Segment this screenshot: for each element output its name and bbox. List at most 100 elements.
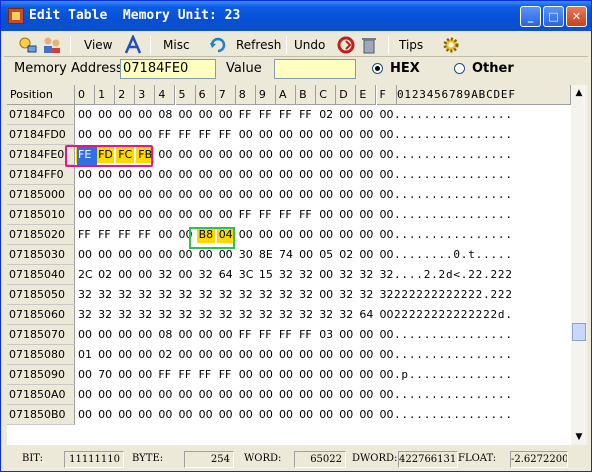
byte-cell[interactable]: 32 bbox=[137, 285, 157, 305]
byte-cell[interactable]: 00 bbox=[77, 385, 97, 405]
byte-cell[interactable]: 00 bbox=[278, 405, 298, 425]
settings-gear-icon[interactable] bbox=[441, 35, 461, 55]
byte-cell[interactable]: 00 bbox=[278, 345, 298, 365]
tips-button[interactable]: Tips bbox=[399, 35, 423, 55]
byte-cell[interactable]: 00 bbox=[358, 125, 378, 145]
byte-cell[interactable]: 01 bbox=[77, 345, 97, 365]
byte-cell[interactable]: 00 bbox=[77, 325, 97, 345]
row-address[interactable]: 07185050 bbox=[7, 285, 75, 305]
byte-cell[interactable]: 02 bbox=[338, 245, 358, 265]
minimize-button[interactable]: _ bbox=[520, 6, 541, 27]
byte-cell[interactable]: 32 bbox=[198, 265, 218, 285]
byte-cell[interactable]: FF bbox=[198, 125, 218, 145]
byte-cell[interactable]: 00 bbox=[318, 185, 338, 205]
byte-cell[interactable]: 32 bbox=[218, 305, 238, 325]
row-address[interactable]: 07184FC0 bbox=[7, 105, 75, 125]
byte-cell[interactable]: 02 bbox=[318, 105, 338, 125]
byte-cell[interactable]: 32 bbox=[298, 285, 318, 305]
view-button[interactable]: View bbox=[84, 35, 112, 55]
byte-cell[interactable]: 00 bbox=[238, 225, 258, 245]
byte-cell[interactable]: 00 bbox=[358, 165, 378, 185]
byte-cell[interactable]: 00 bbox=[97, 105, 117, 125]
byte-cell[interactable]: 08 bbox=[157, 105, 177, 125]
byte-cell[interactable]: 32 bbox=[198, 285, 218, 305]
byte-cell[interactable]: 00 bbox=[278, 145, 298, 165]
byte-cell[interactable]: 00 bbox=[258, 225, 278, 245]
byte-cell[interactable]: 00 bbox=[178, 185, 198, 205]
byte-cell[interactable]: 00 bbox=[77, 125, 97, 145]
byte-cell[interactable]: 00 bbox=[238, 405, 258, 425]
byte-cell[interactable]: 2C bbox=[77, 265, 97, 285]
font-a-icon[interactable] bbox=[123, 35, 143, 55]
byte-cell[interactable]: 00 bbox=[298, 405, 318, 425]
byte-cell[interactable]: FF bbox=[198, 365, 218, 385]
byte-cell[interactable]: 00 bbox=[137, 325, 157, 345]
byte-cell[interactable]: 00 bbox=[358, 185, 378, 205]
row-address[interactable]: 07185030 bbox=[7, 245, 75, 265]
byte-cell[interactable]: FF bbox=[278, 205, 298, 225]
byte-cell[interactable]: 32 bbox=[338, 305, 358, 325]
refresh-button[interactable]: Refresh bbox=[236, 35, 281, 55]
byte-cell[interactable]: 00 bbox=[218, 185, 238, 205]
byte-cell[interactable]: 00 bbox=[318, 285, 338, 305]
byte-cell[interactable]: 32 bbox=[338, 265, 358, 285]
byte-cell[interactable]: 00 bbox=[358, 385, 378, 405]
byte-cell[interactable]: 00 bbox=[198, 185, 218, 205]
byte-cell[interactable]: 00 bbox=[198, 205, 218, 225]
byte-cell[interactable]: 00 bbox=[198, 105, 218, 125]
byte-cell[interactable]: 08 bbox=[157, 325, 177, 345]
byte-cell[interactable]: 00 bbox=[238, 185, 258, 205]
byte-cell[interactable]: 32 bbox=[97, 285, 117, 305]
byte-cell[interactable]: FF bbox=[238, 105, 258, 125]
byte-cell[interactable]: 00 bbox=[358, 205, 378, 225]
byte-cell[interactable]: 32 bbox=[137, 305, 157, 325]
maximize-button[interactable]: □ bbox=[543, 6, 564, 27]
byte-cell[interactable]: 00 bbox=[278, 185, 298, 205]
byte-cell[interactable]: FF bbox=[157, 365, 177, 385]
byte-cell[interactable]: 00 bbox=[137, 125, 157, 145]
row-address[interactable]: 071850A0 bbox=[7, 385, 75, 405]
byte-cell[interactable]: FF bbox=[298, 325, 318, 345]
byte-cell[interactable]: FF bbox=[117, 225, 137, 245]
byte-cell[interactable]: 32 bbox=[218, 285, 238, 305]
byte-cell[interactable]: 02 bbox=[157, 345, 177, 365]
other-radio[interactable] bbox=[454, 63, 465, 74]
byte-cell[interactable]: 00 bbox=[157, 185, 177, 205]
byte-cell[interactable]: 00 bbox=[298, 385, 318, 405]
byte-cell[interactable]: 32 bbox=[77, 285, 97, 305]
byte-cell[interactable]: FF bbox=[97, 225, 117, 245]
byte-cell[interactable]: 8E bbox=[258, 245, 278, 265]
byte-cell[interactable]: 00 bbox=[258, 385, 278, 405]
byte-cell[interactable]: 00 bbox=[358, 325, 378, 345]
byte-cell[interactable]: 00 bbox=[178, 145, 198, 165]
row-address[interactable]: 07185020 bbox=[7, 225, 75, 245]
byte-cell[interactable]: 32 bbox=[318, 305, 338, 325]
byte-cell[interactable]: 00 bbox=[178, 325, 198, 345]
byte-cell[interactable]: 00 bbox=[117, 165, 137, 185]
byte-cell[interactable]: 00 bbox=[117, 325, 137, 345]
byte-cell[interactable]: 00 bbox=[137, 105, 157, 125]
byte-cell[interactable]: 00 bbox=[77, 185, 97, 205]
byte-cell[interactable]: 00 bbox=[318, 365, 338, 385]
byte-cell[interactable]: 32 bbox=[258, 285, 278, 305]
byte-cell[interactable]: 00 bbox=[358, 405, 378, 425]
byte-cell[interactable]: 00 bbox=[318, 405, 338, 425]
byte-cell[interactable]: 00 bbox=[238, 385, 258, 405]
byte-cell[interactable]: 00 bbox=[137, 245, 157, 265]
byte-cell[interactable]: 00 bbox=[178, 405, 198, 425]
byte-cell[interactable]: FF bbox=[278, 325, 298, 345]
byte-cell[interactable]: 00 bbox=[318, 205, 338, 225]
row-address[interactable]: 07185060 bbox=[7, 305, 75, 325]
byte-cell[interactable]: 00 bbox=[157, 245, 177, 265]
byte-cell[interactable]: 32 bbox=[97, 305, 117, 325]
byte-cell[interactable]: 00 bbox=[77, 365, 97, 385]
byte-cell[interactable]: FF bbox=[298, 105, 318, 125]
byte-cell[interactable]: 00 bbox=[117, 245, 137, 265]
row-address[interactable]: 07185000 bbox=[7, 185, 75, 205]
byte-cell[interactable]: 00 bbox=[278, 165, 298, 185]
byte-cell[interactable]: 32 bbox=[178, 285, 198, 305]
byte-cell[interactable]: 00 bbox=[338, 185, 358, 205]
byte-cell[interactable]: 00 bbox=[77, 165, 97, 185]
byte-cell[interactable]: FF bbox=[218, 365, 238, 385]
byte-cell[interactable]: 64 bbox=[358, 305, 378, 325]
